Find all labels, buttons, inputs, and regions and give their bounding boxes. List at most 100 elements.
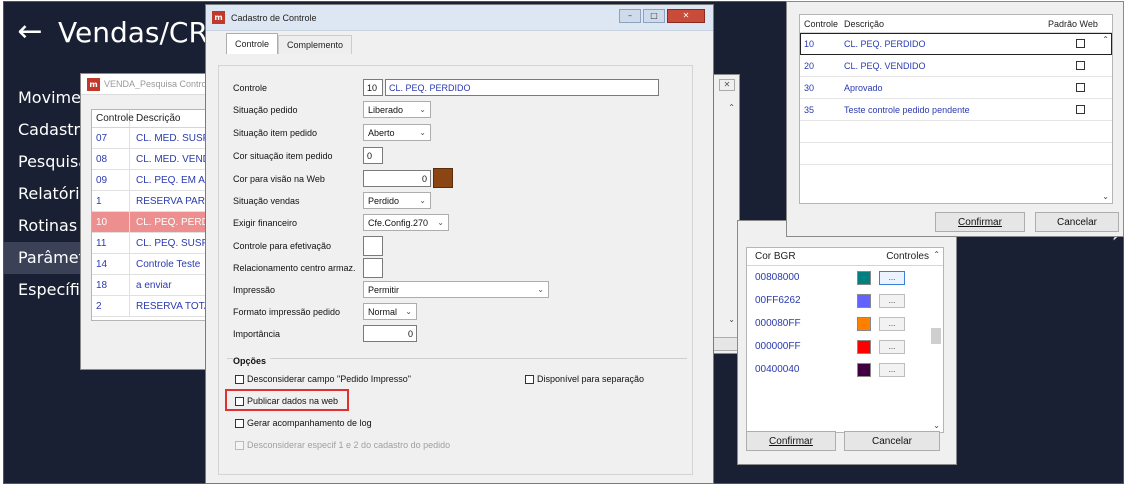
importancia-input[interactable]: 0 <box>363 325 417 342</box>
color-swatch <box>857 316 871 331</box>
cell-code: 20 <box>804 60 815 71</box>
close-icon[interactable]: ✕ <box>667 9 705 23</box>
column-header-cor-bgr[interactable]: Cor BGR <box>747 251 857 262</box>
chevron-down-icon: ⌄ <box>419 196 426 205</box>
padrao-web-checkbox[interactable] <box>1048 83 1112 92</box>
pick-color-button[interactable]: ... <box>879 270 905 285</box>
cell-code: 14 <box>92 254 130 274</box>
highlight-box <box>225 389 349 411</box>
divider <box>227 358 687 359</box>
relacionamento-input[interactable] <box>363 258 383 278</box>
color-row[interactable]: 00808000 ... <box>747 266 943 289</box>
table-row[interactable]: 20 CL. PEQ. VENDIDO <box>800 55 1112 77</box>
column-header-controle[interactable]: Controle <box>800 19 842 29</box>
controle-desc-input[interactable]: CL. PEQ. PERDIDO <box>385 79 659 96</box>
cell-code: 1 <box>92 191 130 211</box>
label-controle-efetivacao: Controle para efetivação <box>233 241 332 251</box>
color-row[interactable]: 00FF6262 ... <box>747 289 943 312</box>
color-swatch <box>857 339 871 354</box>
table-row[interactable]: 35 Teste controle pedido pendente <box>800 99 1112 121</box>
back-arrow-icon[interactable]: ← <box>10 17 50 47</box>
situacao-item-select[interactable]: Aberto ⌄ <box>363 124 431 141</box>
cancel-label: Cancelar <box>871 435 913 447</box>
app-logo-icon: m <box>212 11 225 24</box>
formato-impressao-select[interactable]: Normal ⌄ <box>363 303 417 320</box>
label-impressao: Impressão <box>233 285 276 295</box>
desconsiderar-impresso-checkbox[interactable]: Desconsiderar campo "Pedido Impresso" <box>235 374 411 384</box>
scrollbar-thumb[interactable] <box>931 328 941 344</box>
label-cor-web: Cor para visão na Web <box>233 174 325 184</box>
cell-desc: CL. PEQ. VENDIDO <box>844 60 926 71</box>
cor-situacao-item-input[interactable]: 0 <box>363 147 383 164</box>
chevron-down-icon: ⌄ <box>419 128 426 137</box>
cell-code: 08 <box>92 149 130 169</box>
impressao-select[interactable]: Permitir ⌄ <box>363 281 549 298</box>
opcoes-heading: Opções <box>233 356 271 366</box>
scroll-down-icon[interactable]: ⌄ <box>728 315 735 324</box>
table-row[interactable]: 30 Aprovado <box>800 77 1112 99</box>
padrao-web-checkbox[interactable] <box>1048 105 1112 114</box>
exigir-financeiro-select[interactable]: Cfe.Config.270 ⌄ <box>363 214 449 231</box>
color-swatch[interactable] <box>433 168 453 188</box>
button-fragment[interactable] <box>713 337 739 351</box>
column-header-controles[interactable]: Controles <box>857 251 943 262</box>
minimize-icon[interactable]: – <box>619 9 641 23</box>
window-controls: – □ ✕ <box>617 9 705 23</box>
maximize-icon[interactable]: □ <box>643 9 665 23</box>
desconsiderar-especif-checkbox: Desconsiderar especif 1 e 2 do cadastro … <box>235 440 450 450</box>
impressao-value: Permitir <box>368 284 399 295</box>
scroll-up-icon[interactable]: ⌃ <box>933 250 940 259</box>
gerar-log-checkbox[interactable]: Gerar acompanhamento de log <box>235 418 372 428</box>
checkbox-box <box>235 374 244 384</box>
cell-code: 07 <box>92 128 130 148</box>
tab-controle[interactable]: Controle <box>226 33 279 54</box>
color-row[interactable]: 000000FF ... <box>747 335 943 358</box>
controle-efetivacao-input[interactable] <box>363 236 383 256</box>
situacao-pedido-select[interactable]: Liberado ⌄ <box>363 101 431 118</box>
cell-code: 30 <box>804 82 815 93</box>
column-header-padrao-web[interactable]: Padrão Web <box>1048 19 1112 29</box>
scroll-up-icon[interactable]: ⌃ <box>1102 35 1109 44</box>
pick-color-button[interactable]: ... <box>879 293 905 308</box>
column-header-descricao[interactable]: Descrição <box>842 19 1048 29</box>
app-logo-icon: m <box>87 77 100 91</box>
scroll-up-icon[interactable]: ⌃ <box>728 103 735 112</box>
color-row[interactable]: 000080FF ... <box>747 312 943 335</box>
dialog-title: Cadastro de Controle <box>231 12 317 23</box>
disponivel-separacao-checkbox[interactable]: Disponível para separação <box>525 374 644 384</box>
pick-color-button[interactable]: ... <box>879 362 905 377</box>
pesquisa-title: VENDA_Pesquisa Controle <box>104 79 214 89</box>
situacao-vendas-select[interactable]: Perdido ⌄ <box>363 192 431 209</box>
table-row[interactable]: 10 CL. PEQ. PERDIDO <box>800 33 1112 55</box>
dialog-tabs: Controle Complemento <box>226 33 353 54</box>
color-row[interactable]: 00400040 ... <box>747 358 943 381</box>
label-formato-impressao: Formato impressão pedido <box>233 307 341 317</box>
close-icon[interactable]: ✕ <box>719 79 735 91</box>
scroll-down-icon[interactable]: ⌄ <box>933 421 940 430</box>
color-swatch <box>857 270 871 285</box>
checkbox-label: Desconsiderar especif 1 e 2 do cadastro … <box>247 440 451 450</box>
cancel-button[interactable]: Cancelar <box>1035 212 1119 232</box>
checkbox-label: Desconsiderar campo "Pedido Impresso" <box>247 374 411 384</box>
controle-code-input[interactable]: 10 <box>363 79 383 96</box>
cancel-button[interactable]: Cancelar <box>844 431 940 451</box>
label-relacionamento: Relacionamento centro armaz. <box>233 263 356 273</box>
situacao-vendas-value: Perdido <box>368 195 400 206</box>
pick-color-button[interactable]: ... <box>879 316 905 331</box>
cell-code: 35 <box>804 104 815 115</box>
column-header-controle[interactable]: Controle <box>92 110 134 127</box>
cell-code: 18 <box>92 275 130 295</box>
padrao-web-checkbox[interactable] <box>1048 61 1112 70</box>
scroll-down-icon[interactable]: ⌄ <box>1102 192 1109 201</box>
cell-desc: Teste controle pedido pendente <box>844 104 970 115</box>
confirm-button[interactable]: Confirmar <box>935 212 1025 232</box>
label-importancia: Importância <box>233 329 281 339</box>
tab-complemento[interactable]: Complemento <box>278 35 353 54</box>
confirm-button[interactable]: Confirmar <box>746 431 836 451</box>
label-situacao-item: Situação item pedido <box>233 128 318 138</box>
cor-web-input[interactable]: 0 <box>363 170 431 187</box>
pick-color-button[interactable]: ... <box>879 339 905 354</box>
checkbox-box <box>525 374 534 384</box>
label-cor-situacao-item: Cor situação item pedido <box>233 151 333 161</box>
color-swatch <box>857 362 871 377</box>
